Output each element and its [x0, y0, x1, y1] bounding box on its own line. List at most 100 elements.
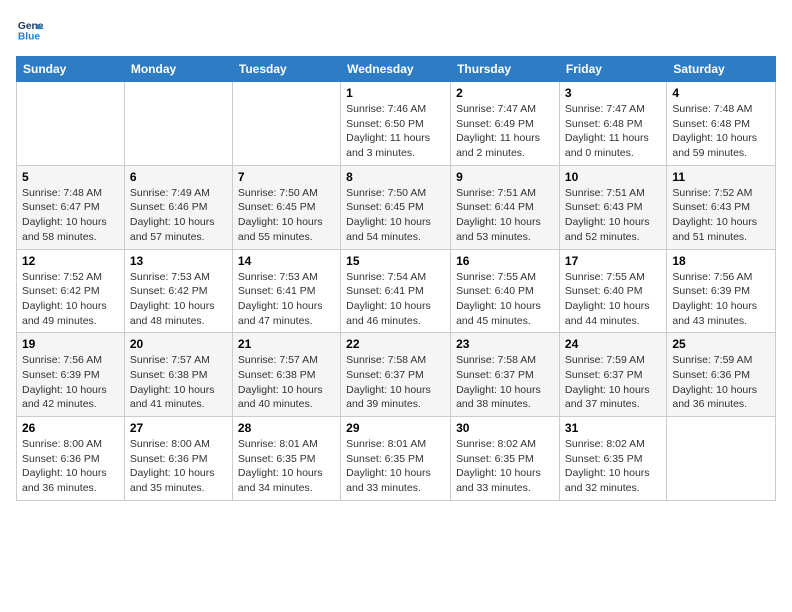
day-info: Sunrise: 7:48 AM Sunset: 6:48 PM Dayligh… [672, 102, 770, 161]
day-info: Sunrise: 7:58 AM Sunset: 6:37 PM Dayligh… [346, 353, 445, 412]
day-number: 18 [672, 254, 770, 268]
day-number: 2 [456, 86, 554, 100]
weekday-header-saturday: Saturday [667, 57, 776, 82]
calendar-cell: 31 Sunrise: 8:02 AM Sunset: 6:35 PM Dayli… [559, 417, 666, 501]
calendar-cell: 25Sunrise: 7:59 AM Sunset: 6:36 PM Dayli… [667, 333, 776, 417]
day-number: 17 [565, 254, 661, 268]
calendar-cell [232, 82, 340, 166]
day-info: Sunrise: 7:52 AM Sunset: 6:43 PM Dayligh… [672, 186, 770, 245]
calendar-cell: 20 Sunrise: 7:57 AM Sunset: 6:38 PM Dayli… [124, 333, 232, 417]
calendar-cell: 7 Sunrise: 7:50 AM Sunset: 6:45 PM Daylig… [232, 165, 340, 249]
day-info: Sunrise: 7:47 AM Sunset: 6:48 PM Dayligh… [565, 102, 661, 161]
calendar-cell: 27 Sunrise: 8:00 AM Sunset: 6:36 PM Dayli… [124, 417, 232, 501]
calendar-cell: 11 Sunrise: 7:52 AM Sunset: 6:43 PM Dayli… [667, 165, 776, 249]
day-number: 26 [22, 421, 119, 435]
calendar-cell: 23 Sunrise: 7:58 AM Sunset: 6:37 PM Dayli… [451, 333, 560, 417]
day-info: Sunrise: 7:51 AM Sunset: 6:43 PM Dayligh… [565, 186, 661, 245]
logo: General Blue [16, 16, 44, 44]
calendar-cell: 2 Sunrise: 7:47 AM Sunset: 6:49 PM Daylig… [451, 82, 560, 166]
day-number: 10 [565, 170, 661, 184]
day-info: Sunrise: 8:01 AM Sunset: 6:35 PM Dayligh… [346, 437, 445, 496]
day-number: 1 [346, 86, 445, 100]
day-number: 12 [22, 254, 119, 268]
calendar-cell: 10 Sunrise: 7:51 AM Sunset: 6:43 PM Dayli… [559, 165, 666, 249]
day-info: Sunrise: 8:00 AM Sunset: 6:36 PM Dayligh… [22, 437, 119, 496]
weekday-header-row: SundayMondayTuesdayWednesdayThursdayFrid… [17, 57, 776, 82]
day-number: 31 [565, 421, 661, 435]
weekday-header-monday: Monday [124, 57, 232, 82]
calendar-week-row: 26 Sunrise: 8:00 AM Sunset: 6:36 PM Dayli… [17, 417, 776, 501]
calendar-cell [124, 82, 232, 166]
day-info: Sunrise: 8:02 AM Sunset: 6:35 PM Dayligh… [565, 437, 661, 496]
day-info: Sunrise: 7:46 AM Sunset: 6:50 PM Dayligh… [346, 102, 445, 161]
calendar-cell: 24Sunrise: 7:59 AM Sunset: 6:37 PM Dayli… [559, 333, 666, 417]
calendar-cell: 9Sunrise: 7:51 AM Sunset: 6:44 PM Daylig… [451, 165, 560, 249]
calendar-week-row: 12 Sunrise: 7:52 AM Sunset: 6:42 PM Dayli… [17, 249, 776, 333]
calendar-table: SundayMondayTuesdayWednesdayThursdayFrid… [16, 56, 776, 501]
day-info: Sunrise: 8:00 AM Sunset: 6:36 PM Dayligh… [130, 437, 227, 496]
day-info: Sunrise: 7:53 AM Sunset: 6:41 PM Dayligh… [238, 270, 335, 329]
day-info: Sunrise: 7:53 AM Sunset: 6:42 PM Dayligh… [130, 270, 227, 329]
day-info: Sunrise: 7:48 AM Sunset: 6:47 PM Dayligh… [22, 186, 119, 245]
weekday-header-sunday: Sunday [17, 57, 125, 82]
day-info: Sunrise: 7:55 AM Sunset: 6:40 PM Dayligh… [565, 270, 661, 329]
day-info: Sunrise: 8:02 AM Sunset: 6:35 PM Dayligh… [456, 437, 554, 496]
calendar-week-row: 5 Sunrise: 7:48 AM Sunset: 6:47 PM Daylig… [17, 165, 776, 249]
day-info: Sunrise: 7:57 AM Sunset: 6:38 PM Dayligh… [238, 353, 335, 412]
calendar-cell: 15Sunrise: 7:54 AM Sunset: 6:41 PM Dayli… [341, 249, 451, 333]
day-info: Sunrise: 7:56 AM Sunset: 6:39 PM Dayligh… [22, 353, 119, 412]
day-number: 4 [672, 86, 770, 100]
day-number: 7 [238, 170, 335, 184]
calendar-cell: 6Sunrise: 7:49 AM Sunset: 6:46 PM Daylig… [124, 165, 232, 249]
weekday-header-wednesday: Wednesday [341, 57, 451, 82]
day-number: 5 [22, 170, 119, 184]
weekday-header-tuesday: Tuesday [232, 57, 340, 82]
calendar-cell: 30 Sunrise: 8:02 AM Sunset: 6:35 PM Dayli… [451, 417, 560, 501]
calendar-cell: 3Sunrise: 7:47 AM Sunset: 6:48 PM Daylig… [559, 82, 666, 166]
day-info: Sunrise: 7:57 AM Sunset: 6:38 PM Dayligh… [130, 353, 227, 412]
calendar-cell: 4 Sunrise: 7:48 AM Sunset: 6:48 PM Daylig… [667, 82, 776, 166]
calendar-cell: 1 Sunrise: 7:46 AM Sunset: 6:50 PM Daylig… [341, 82, 451, 166]
page-header: General Blue [16, 16, 776, 44]
day-info: Sunrise: 7:50 AM Sunset: 6:45 PM Dayligh… [346, 186, 445, 245]
day-info: Sunrise: 7:47 AM Sunset: 6:49 PM Dayligh… [456, 102, 554, 161]
svg-text:Blue: Blue [18, 31, 41, 42]
day-info: Sunrise: 7:56 AM Sunset: 6:39 PM Dayligh… [672, 270, 770, 329]
day-info: Sunrise: 8:01 AM Sunset: 6:35 PM Dayligh… [238, 437, 335, 496]
calendar-week-row: 19 Sunrise: 7:56 AM Sunset: 6:39 PM Dayli… [17, 333, 776, 417]
calendar-cell: 17 Sunrise: 7:55 AM Sunset: 6:40 PM Dayli… [559, 249, 666, 333]
calendar-cell: 29 Sunrise: 8:01 AM Sunset: 6:35 PM Dayli… [341, 417, 451, 501]
day-number: 11 [672, 170, 770, 184]
day-info: Sunrise: 7:58 AM Sunset: 6:37 PM Dayligh… [456, 353, 554, 412]
day-number: 23 [456, 337, 554, 351]
day-number: 16 [456, 254, 554, 268]
day-info: Sunrise: 7:52 AM Sunset: 6:42 PM Dayligh… [22, 270, 119, 329]
calendar-cell: 26 Sunrise: 8:00 AM Sunset: 6:36 PM Dayli… [17, 417, 125, 501]
day-number: 14 [238, 254, 335, 268]
day-number: 19 [22, 337, 119, 351]
day-info: Sunrise: 7:49 AM Sunset: 6:46 PM Dayligh… [130, 186, 227, 245]
calendar-cell: 5 Sunrise: 7:48 AM Sunset: 6:47 PM Daylig… [17, 165, 125, 249]
day-number: 22 [346, 337, 445, 351]
weekday-header-thursday: Thursday [451, 57, 560, 82]
calendar-week-row: 1 Sunrise: 7:46 AM Sunset: 6:50 PM Daylig… [17, 82, 776, 166]
calendar-cell: 18 Sunrise: 7:56 AM Sunset: 6:39 PM Dayli… [667, 249, 776, 333]
day-info: Sunrise: 7:51 AM Sunset: 6:44 PM Dayligh… [456, 186, 554, 245]
calendar-cell [17, 82, 125, 166]
day-number: 28 [238, 421, 335, 435]
day-number: 29 [346, 421, 445, 435]
calendar-cell [667, 417, 776, 501]
day-number: 24 [565, 337, 661, 351]
day-info: Sunrise: 7:55 AM Sunset: 6:40 PM Dayligh… [456, 270, 554, 329]
day-number: 21 [238, 337, 335, 351]
day-number: 27 [130, 421, 227, 435]
day-number: 20 [130, 337, 227, 351]
day-info: Sunrise: 7:50 AM Sunset: 6:45 PM Dayligh… [238, 186, 335, 245]
calendar-cell: 12 Sunrise: 7:52 AM Sunset: 6:42 PM Dayli… [17, 249, 125, 333]
calendar-cell: 8Sunrise: 7:50 AM Sunset: 6:45 PM Daylig… [341, 165, 451, 249]
day-number: 30 [456, 421, 554, 435]
calendar-cell: 19 Sunrise: 7:56 AM Sunset: 6:39 PM Dayli… [17, 333, 125, 417]
logo-icon: General Blue [16, 16, 44, 44]
calendar-cell: 14 Sunrise: 7:53 AM Sunset: 6:41 PM Dayli… [232, 249, 340, 333]
weekday-header-friday: Friday [559, 57, 666, 82]
